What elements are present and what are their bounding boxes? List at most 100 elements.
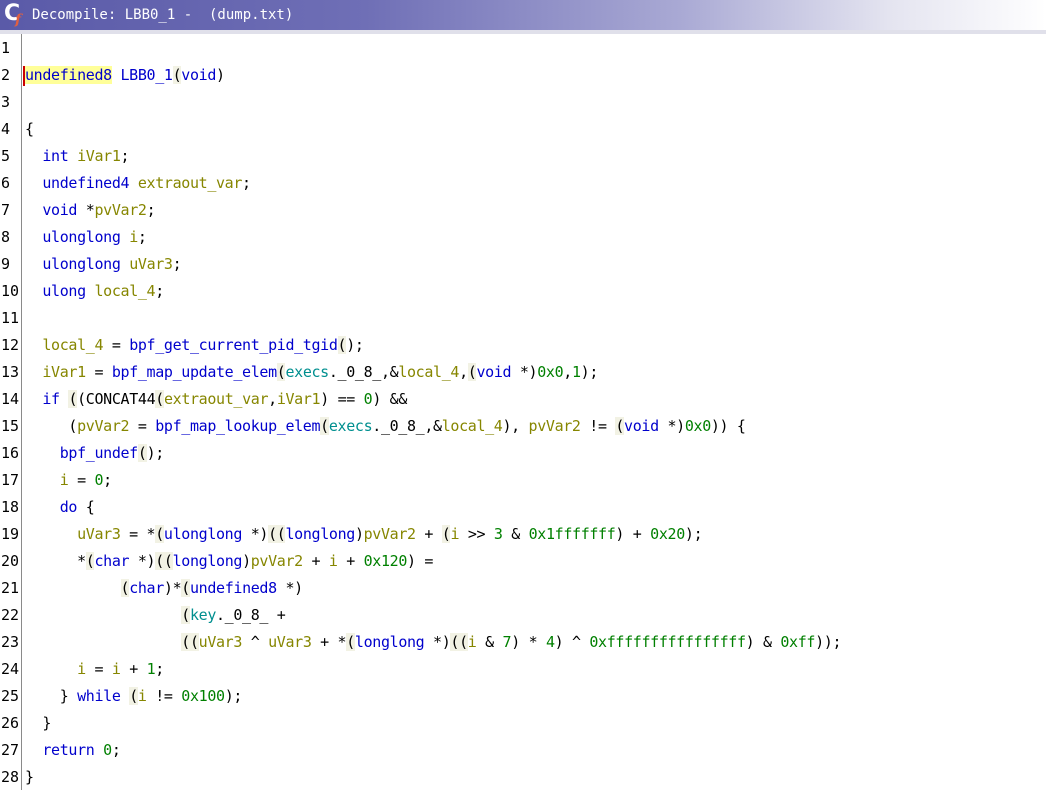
code-token[interactable]: ; — [155, 282, 164, 300]
code-text[interactable]: } while (i != 0x100); — [25, 683, 242, 710]
code-token[interactable]: undefined8 — [190, 579, 277, 597]
code-text[interactable]: (key._0_8_ + — [25, 602, 286, 629]
code-line[interactable]: 14 if ((CONCAT44(extraout_var,iVar1) == … — [0, 386, 1046, 413]
code-line[interactable]: 15 (pvVar2 = bpf_map_lookup_elem(execs._… — [0, 413, 1046, 440]
code-token[interactable]: ( — [459, 633, 468, 651]
code-token[interactable]: & — [503, 525, 529, 543]
code-text[interactable]: do { — [25, 494, 95, 521]
code-token[interactable]: local_4 — [442, 417, 503, 435]
code-line[interactable]: 22 (key._0_8_ + — [0, 602, 1046, 629]
code-token[interactable]: ); — [581, 363, 599, 381]
code-text[interactable]: i = i + 1; — [25, 656, 164, 683]
code-token[interactable]: extraout_var — [164, 390, 269, 408]
code-token[interactable]: { — [25, 120, 34, 138]
code-token[interactable]: ._0_8_,& — [329, 363, 399, 381]
code-token[interactable]: = — [86, 363, 112, 381]
code-token[interactable]: i — [112, 660, 121, 678]
code-token[interactable]: pvVar2 — [529, 417, 581, 435]
code-line[interactable]: 2 undefined8 LBB0_1(void) — [0, 62, 1046, 89]
code-token[interactable]: = * — [121, 525, 155, 543]
code-token[interactable]: *) — [129, 552, 156, 570]
code-token[interactable]: (CONCAT44 — [77, 390, 155, 408]
code-token[interactable]: 0x20 — [650, 525, 685, 543]
code-token[interactable] — [25, 363, 42, 381]
code-token[interactable]: ) + — [615, 525, 650, 543]
code-token[interactable]: ) == — [320, 390, 363, 408]
code-token[interactable]: ( — [155, 390, 164, 408]
code-token[interactable]: >> — [459, 525, 494, 543]
code-token[interactable]: ; — [173, 255, 182, 273]
code-token[interactable]: 1 — [572, 363, 581, 381]
code-token[interactable]: int — [42, 147, 68, 165]
code-token[interactable]: extraout_var — [138, 174, 243, 192]
code-line[interactable]: 18 do { — [0, 494, 1046, 521]
code-token[interactable]: ._0_8_ + — [216, 606, 286, 624]
code-token[interactable]: ( — [25, 417, 77, 435]
code-token[interactable]: ; — [147, 201, 156, 219]
code-token[interactable]: ^ — [242, 633, 268, 651]
code-token[interactable]: ( — [337, 336, 347, 354]
code-token[interactable]: pvVar2 — [94, 201, 146, 219]
code-token[interactable]: + — [338, 552, 364, 570]
code-line[interactable]: 8 ulonglong i; — [0, 224, 1046, 251]
code-token[interactable]: ( — [155, 552, 164, 570]
code-text[interactable]: i = 0; — [25, 467, 112, 494]
code-token[interactable]: ) ^ — [555, 633, 590, 651]
code-token[interactable]: key — [190, 606, 216, 624]
code-token[interactable]: while — [77, 687, 121, 705]
code-token[interactable]: LBB0_1 — [121, 66, 173, 84]
code-token[interactable]: 0 — [103, 741, 112, 759]
code-token[interactable]: pvVar2 — [77, 417, 129, 435]
code-text[interactable]: ulonglong uVar3; — [25, 251, 181, 278]
code-token[interactable]: 3 — [494, 525, 503, 543]
code-token[interactable] — [25, 282, 42, 300]
code-text[interactable]: undefined8 LBB0_1(void) — [25, 62, 225, 89]
code-token[interactable] — [25, 444, 60, 462]
code-token[interactable]: i — [329, 552, 338, 570]
code-token[interactable]: ( — [172, 66, 182, 84]
code-token[interactable]: * — [77, 201, 95, 219]
code-token[interactable]: + — [121, 660, 147, 678]
code-token[interactable] — [25, 174, 42, 192]
code-token[interactable]: ); — [225, 687, 243, 705]
code-token[interactable] — [25, 660, 77, 678]
code-token[interactable]: void — [42, 201, 77, 219]
code-token[interactable]: ; — [138, 228, 147, 246]
code-token[interactable]: , — [563, 363, 572, 381]
code-token[interactable]: do — [60, 498, 78, 516]
code-token[interactable]: *) — [242, 525, 269, 543]
code-token[interactable] — [68, 147, 77, 165]
code-text[interactable]: return 0; — [25, 737, 120, 764]
code-token[interactable]: ; — [155, 660, 164, 678]
code-token[interactable]: undefined8 — [25, 66, 112, 84]
code-token[interactable]: 0 — [94, 471, 103, 489]
code-line[interactable]: 9 ulonglong uVar3; — [0, 251, 1046, 278]
code-token[interactable] — [121, 687, 130, 705]
code-token[interactable] — [25, 201, 42, 219]
code-token[interactable] — [25, 525, 77, 543]
code-token[interactable]: 0x0 — [537, 363, 563, 381]
code-token[interactable]: = — [129, 417, 155, 435]
code-line[interactable]: 19 uVar3 = *(ulonglong *)((longlong)pvVa… — [0, 521, 1046, 548]
code-text[interactable]: (pvVar2 = bpf_map_lookup_elem(execs._0_8… — [25, 413, 746, 440]
code-line[interactable]: 1 — [0, 35, 1046, 62]
code-token[interactable]: 4 — [546, 633, 555, 651]
code-token[interactable]: 1 — [147, 660, 156, 678]
code-token[interactable] — [25, 255, 42, 273]
code-token[interactable]: longlong — [355, 633, 425, 651]
code-token[interactable]: longlong — [285, 525, 355, 543]
code-line[interactable]: 11 — [0, 305, 1046, 332]
code-line[interactable]: 13 iVar1 = bpf_map_update_elem(execs._0_… — [0, 359, 1046, 386]
code-token[interactable]: i — [450, 525, 459, 543]
code-token[interactable]: } — [25, 768, 34, 786]
code-line[interactable]: 20 *(char *)((longlong)pvVar2 + i + 0x12… — [0, 548, 1046, 575]
code-line[interactable]: 27 return 0; — [0, 737, 1046, 764]
code-token[interactable]: ( — [68, 390, 77, 408]
code-line[interactable]: 17 i = 0; — [0, 467, 1046, 494]
code-token[interactable]: ulonglong — [42, 255, 120, 273]
code-token[interactable]: execs — [329, 417, 373, 435]
code-token[interactable]: ); — [147, 444, 165, 462]
code-token[interactable]: ._0_8_,& — [372, 417, 442, 435]
code-token[interactable]: != — [147, 687, 182, 705]
code-token[interactable]: )) { — [711, 417, 746, 435]
